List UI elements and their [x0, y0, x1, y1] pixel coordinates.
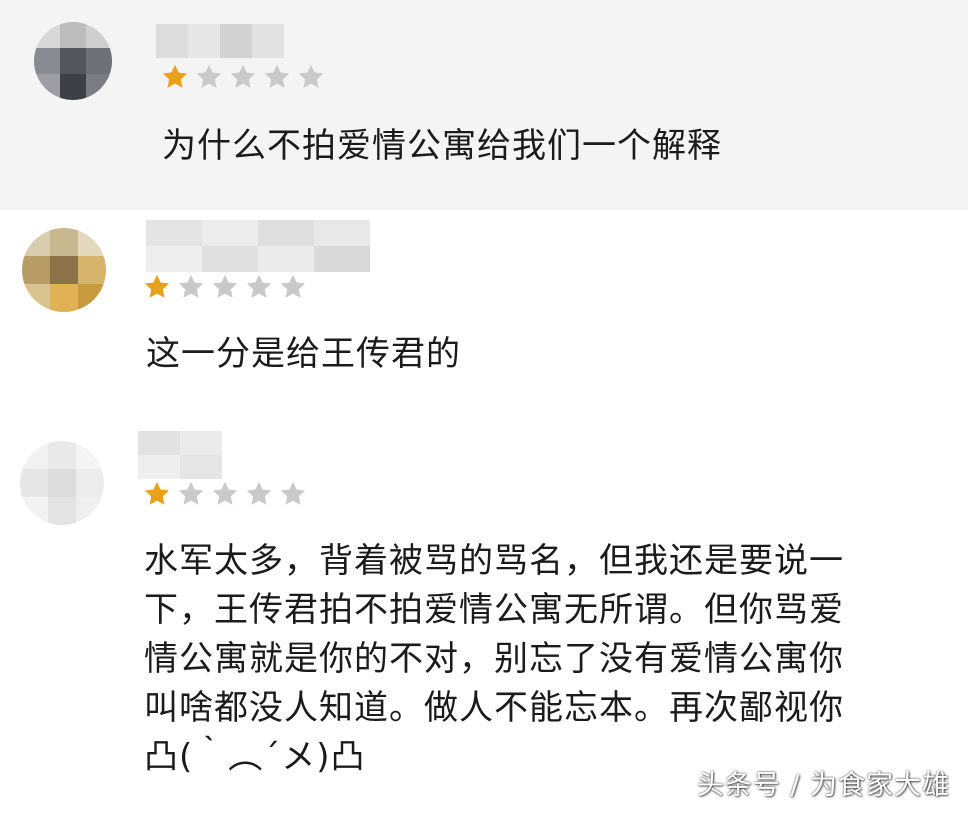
star-empty-icon	[212, 481, 238, 505]
comment-text: 这一分是给王传君的	[146, 334, 461, 374]
star-filled-icon	[144, 274, 170, 298]
star-empty-icon	[280, 274, 306, 298]
star-rating	[142, 272, 308, 302]
star-rating	[142, 479, 308, 509]
username-blurred[interactable]	[146, 220, 370, 272]
star-empty-icon	[246, 481, 272, 505]
star-empty-icon	[178, 274, 204, 298]
avatar[interactable]	[34, 22, 112, 100]
comment-text: 水军太多，背着被骂的骂名，但我还是要说一 下，王传君拍不拍爱情公寓无所谓。但你骂…	[144, 541, 844, 777]
username-blurred[interactable]	[156, 24, 284, 58]
review-card: 为什么不拍爱情公寓给我们一个解释	[0, 0, 968, 210]
avatar[interactable]	[22, 228, 106, 312]
star-filled-icon	[162, 64, 188, 88]
star-empty-icon	[246, 274, 272, 298]
star-filled-icon	[144, 481, 170, 505]
comment-text: 为什么不拍爱情公寓给我们一个解释	[162, 126, 722, 166]
avatar[interactable]	[20, 441, 104, 525]
username-blurred[interactable]	[138, 431, 222, 479]
star-empty-icon	[230, 64, 256, 88]
star-rating	[160, 62, 326, 92]
star-empty-icon	[178, 481, 204, 505]
star-empty-icon	[212, 274, 238, 298]
star-empty-icon	[280, 481, 306, 505]
star-empty-icon	[196, 64, 222, 88]
review-card: 水军太多，背着被骂的骂名，但我还是要说一 下，王传君拍不拍爱情公寓无所谓。但你骂…	[0, 415, 968, 814]
review-card: 这一分是给王传君的	[0, 210, 968, 415]
star-empty-icon	[298, 64, 324, 88]
watermark: 头条号 / 为食家大雄	[696, 770, 950, 801]
star-empty-icon	[264, 64, 290, 88]
